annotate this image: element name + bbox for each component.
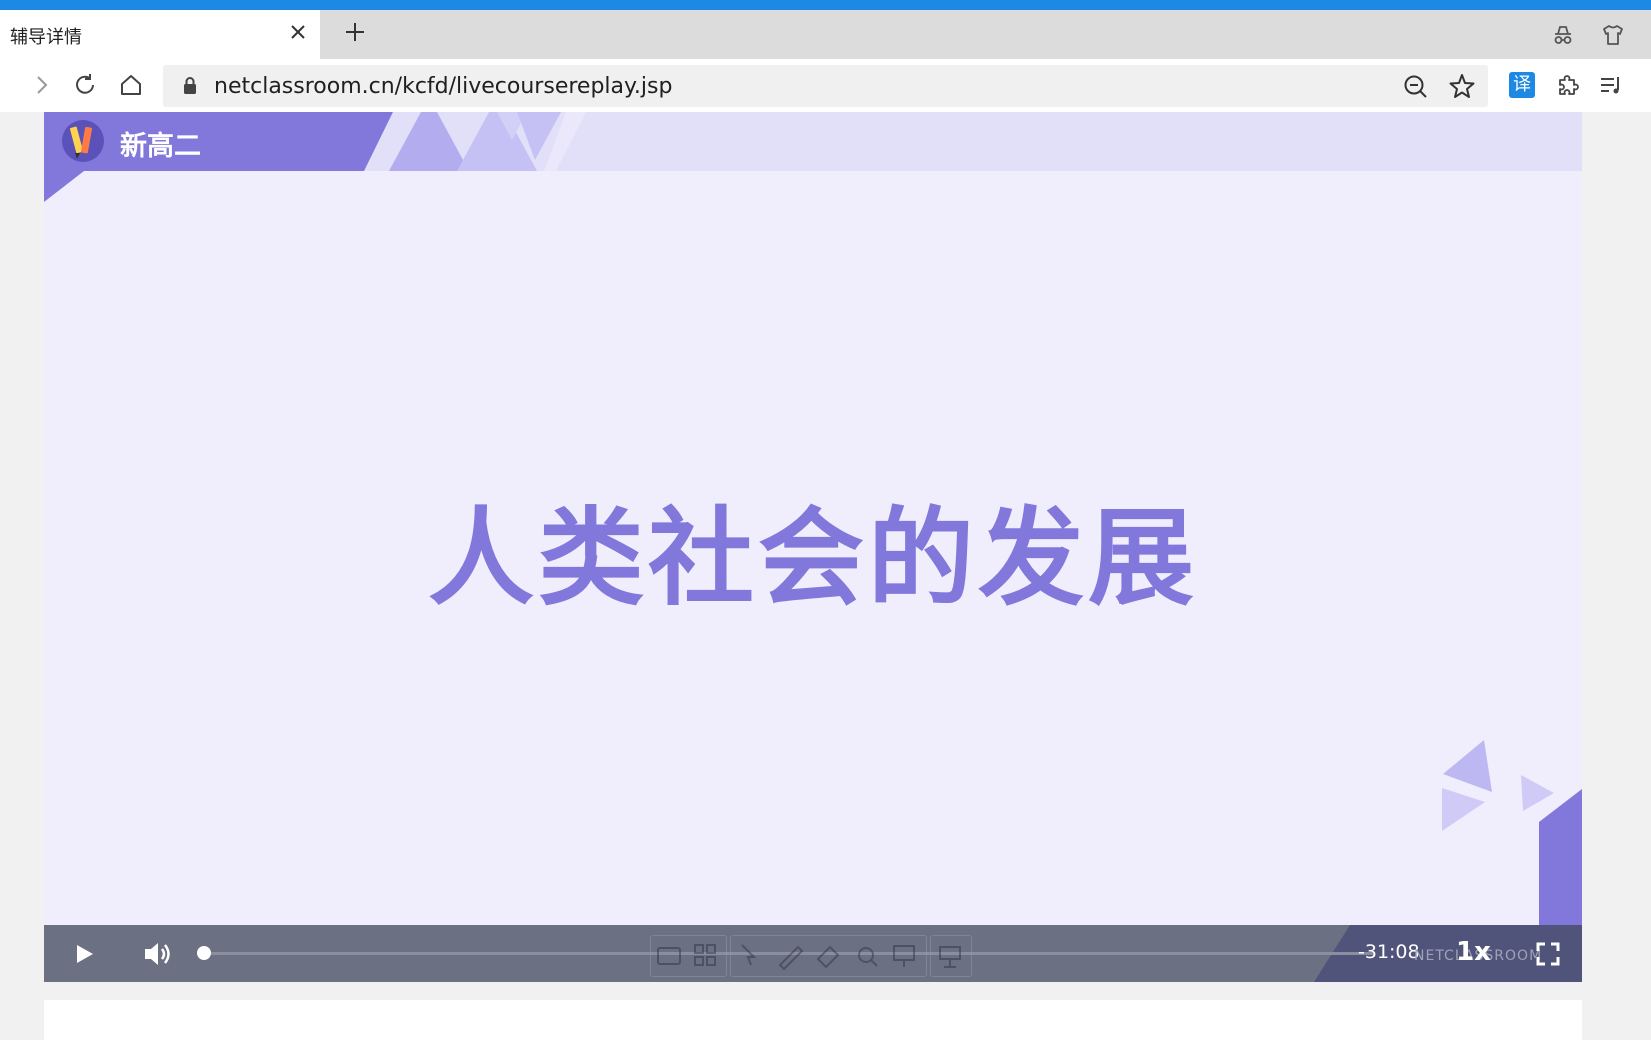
star-icon[interactable]	[1448, 72, 1476, 100]
playback-speed-button[interactable]: 1x	[1456, 937, 1491, 967]
zoom-out-icon[interactable]	[1401, 72, 1429, 100]
puzzle-icon[interactable]	[1555, 72, 1581, 98]
playlist-icon[interactable]	[1598, 72, 1624, 98]
tab-bar: 辅导详情	[0, 10, 1651, 59]
reload-icon[interactable]	[72, 72, 98, 98]
slide-corner-decoration	[1442, 740, 1582, 932]
whiteboard-toolbar	[650, 935, 975, 977]
plus-icon[interactable]	[343, 20, 367, 44]
content-card	[44, 1000, 1582, 1040]
progress-knob[interactable]	[197, 946, 211, 960]
tab-title: 辅导详情	[10, 27, 82, 48]
home-icon[interactable]	[118, 72, 144, 98]
pencil-logo-icon	[62, 120, 104, 162]
omnibox[interactable]: netclassroom.cn/kcfd/livecoursereplay.js…	[163, 65, 1488, 107]
time-remaining: -31:08	[1358, 941, 1420, 963]
slide-title: 人类社会的发展	[428, 497, 1198, 620]
toolbar-icons	[657, 944, 961, 971]
lock-icon	[184, 77, 196, 94]
player-controls: -31:08 NETCLASSROOM 1x	[44, 925, 1582, 982]
translate-icon[interactable]: 译	[1509, 72, 1535, 98]
address-bar: netclassroom.cn/kcfd/livecoursereplay.js…	[0, 59, 1651, 112]
fullscreen-icon[interactable]	[1534, 940, 1562, 968]
tshirt-icon[interactable]	[1600, 22, 1626, 48]
url-text[interactable]: netclassroom.cn/kcfd/livecoursereplay.js…	[214, 74, 672, 99]
video-player[interactable]: 新高二 人类社会的发展 -31:08 NETCLASSROOM 1x	[44, 112, 1582, 982]
tab-active[interactable]: 辅导详情	[0, 10, 320, 59]
volume-icon[interactable]	[141, 938, 173, 970]
chevron-right-icon[interactable]	[28, 72, 54, 98]
play-icon[interactable]	[69, 940, 97, 968]
grade-label: 新高二	[120, 131, 201, 162]
window-top-strip	[0, 0, 1651, 10]
close-icon[interactable]	[286, 20, 310, 44]
incognito-icon[interactable]	[1550, 22, 1576, 48]
